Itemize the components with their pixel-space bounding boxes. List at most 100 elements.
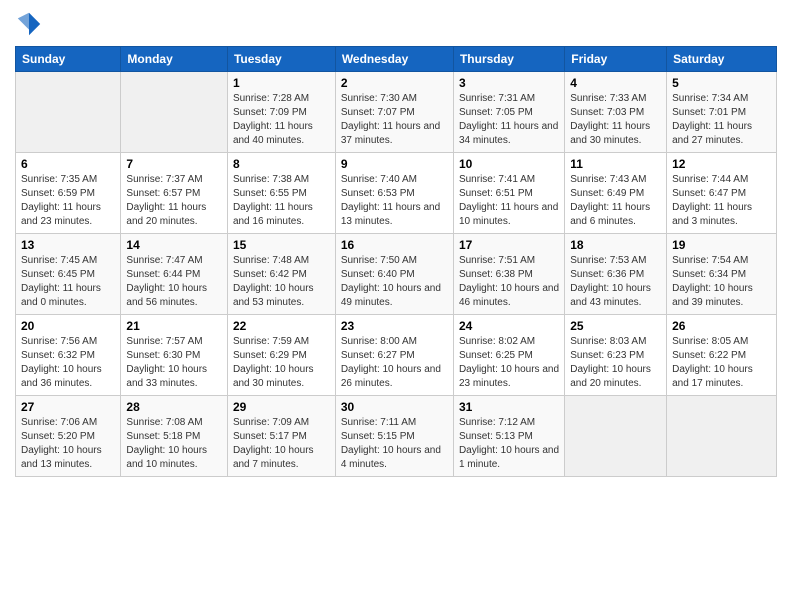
day-info: Sunrise: 7:33 AM Sunset: 7:03 PM Dayligh… <box>570 92 661 148</box>
day-info: Sunrise: 8:02 AM Sunset: 6:25 PM Dayligh… <box>459 335 559 391</box>
calendar-cell: 11Sunrise: 7:43 AM Sunset: 6:49 PM Dayli… <box>565 153 667 234</box>
calendar-cell: 9 Sunrise: 7:40 AM Sunset: 6:53 PM Daylig… <box>335 153 453 234</box>
day-info: Sunrise: 7:08 AM Sunset: 5:18 PM Dayligh… <box>126 416 222 472</box>
day-number: 3 <box>459 76 559 90</box>
day-info: Sunrise: 7:59 AM Sunset: 6:29 PM Dayligh… <box>233 335 330 391</box>
day-number: 9 <box>341 157 448 171</box>
calendar-cell: 24 Sunrise: 8:02 AM Sunset: 6:25 PM Dayli… <box>453 315 564 396</box>
day-info: Sunrise: 7:44 AM Sunset: 6:47 PM Dayligh… <box>672 173 771 229</box>
calendar-cell: 18 Sunrise: 7:53 AM Sunset: 6:36 PM Dayli… <box>565 234 667 315</box>
day-info: Sunrise: 7:09 AM Sunset: 5:17 PM Dayligh… <box>233 416 330 472</box>
day-info: Sunrise: 7:53 AM Sunset: 6:36 PM Dayligh… <box>570 254 661 310</box>
calendar-cell: 6 Sunrise: 7:35 AM Sunset: 6:59 PM Daylig… <box>16 153 121 234</box>
day-number: 14 <box>126 238 222 252</box>
calendar-header: SundayMondayTuesdayWednesdayThursdayFrid… <box>16 47 777 72</box>
day-info: Sunrise: 7:41 AM Sunset: 6:51 PM Dayligh… <box>459 173 559 229</box>
weekday-header-saturday: Saturday <box>667 47 777 72</box>
calendar-week-5: 27Sunrise: 7:06 AM Sunset: 5:20 PM Dayli… <box>16 396 777 477</box>
day-number: 20 <box>21 319 115 333</box>
calendar-cell: 10 Sunrise: 7:41 AM Sunset: 6:51 PM Dayli… <box>453 153 564 234</box>
calendar-cell: 22 Sunrise: 7:59 AM Sunset: 6:29 PM Dayli… <box>227 315 335 396</box>
calendar-body: 1Sunrise: 7:28 AM Sunset: 7:09 PM Daylig… <box>16 72 777 477</box>
logo <box>15 10 47 38</box>
calendar-cell: 23 Sunrise: 8:00 AM Sunset: 6:27 PM Dayli… <box>335 315 453 396</box>
day-number: 2 <box>341 76 448 90</box>
calendar-cell <box>565 396 667 477</box>
day-info: Sunrise: 7:38 AM Sunset: 6:55 PM Dayligh… <box>233 173 330 229</box>
day-number: 7 <box>126 157 222 171</box>
calendar-cell: 1Sunrise: 7:28 AM Sunset: 7:09 PM Daylig… <box>227 72 335 153</box>
day-number: 16 <box>341 238 448 252</box>
weekday-header-thursday: Thursday <box>453 47 564 72</box>
day-info: Sunrise: 7:50 AM Sunset: 6:40 PM Dayligh… <box>341 254 448 310</box>
weekday-header-tuesday: Tuesday <box>227 47 335 72</box>
day-info: Sunrise: 8:05 AM Sunset: 6:22 PM Dayligh… <box>672 335 771 391</box>
calendar-cell: 31 Sunrise: 7:12 AM Sunset: 5:13 PM Dayli… <box>453 396 564 477</box>
calendar-cell: 21Sunrise: 7:57 AM Sunset: 6:30 PM Dayli… <box>121 315 228 396</box>
calendar-cell: 20Sunrise: 7:56 AM Sunset: 6:32 PM Dayli… <box>16 315 121 396</box>
calendar-cell: 27Sunrise: 7:06 AM Sunset: 5:20 PM Dayli… <box>16 396 121 477</box>
day-info: Sunrise: 7:11 AM Sunset: 5:15 PM Dayligh… <box>341 416 448 472</box>
day-number: 5 <box>672 76 771 90</box>
day-info: Sunrise: 7:51 AM Sunset: 6:38 PM Dayligh… <box>459 254 559 310</box>
calendar-cell: 13 Sunrise: 7:45 AM Sunset: 6:45 PM Dayli… <box>16 234 121 315</box>
calendar-cell: 3 Sunrise: 7:31 AM Sunset: 7:05 PM Daylig… <box>453 72 564 153</box>
day-info: Sunrise: 7:48 AM Sunset: 6:42 PM Dayligh… <box>233 254 330 310</box>
day-info: Sunrise: 8:00 AM Sunset: 6:27 PM Dayligh… <box>341 335 448 391</box>
calendar-cell: 29 Sunrise: 7:09 AM Sunset: 5:17 PM Dayli… <box>227 396 335 477</box>
day-info: Sunrise: 7:37 AM Sunset: 6:57 PM Dayligh… <box>126 173 222 229</box>
day-info: Sunrise: 8:03 AM Sunset: 6:23 PM Dayligh… <box>570 335 661 391</box>
day-info: Sunrise: 7:31 AM Sunset: 7:05 PM Dayligh… <box>459 92 559 148</box>
day-number: 22 <box>233 319 330 333</box>
calendar-week-3: 13 Sunrise: 7:45 AM Sunset: 6:45 PM Dayli… <box>16 234 777 315</box>
calendar-week-2: 6 Sunrise: 7:35 AM Sunset: 6:59 PM Daylig… <box>16 153 777 234</box>
calendar-cell: 14 Sunrise: 7:47 AM Sunset: 6:44 PM Dayli… <box>121 234 228 315</box>
day-number: 26 <box>672 319 771 333</box>
day-number: 23 <box>341 319 448 333</box>
calendar-cell: 2 Sunrise: 7:30 AM Sunset: 7:07 PM Daylig… <box>335 72 453 153</box>
calendar-cell <box>121 72 228 153</box>
day-info: Sunrise: 7:30 AM Sunset: 7:07 PM Dayligh… <box>341 92 448 148</box>
day-number: 6 <box>21 157 115 171</box>
day-info: Sunrise: 7:57 AM Sunset: 6:30 PM Dayligh… <box>126 335 222 391</box>
calendar-cell: 7 Sunrise: 7:37 AM Sunset: 6:57 PM Daylig… <box>121 153 228 234</box>
day-number: 13 <box>21 238 115 252</box>
day-number: 28 <box>126 400 222 414</box>
day-info: Sunrise: 7:54 AM Sunset: 6:34 PM Dayligh… <box>672 254 771 310</box>
calendar-cell: 8 Sunrise: 7:38 AM Sunset: 6:55 PM Daylig… <box>227 153 335 234</box>
day-number: 15 <box>233 238 330 252</box>
day-number: 31 <box>459 400 559 414</box>
day-number: 17 <box>459 238 559 252</box>
day-number: 4 <box>570 76 661 90</box>
day-number: 29 <box>233 400 330 414</box>
day-info: Sunrise: 7:35 AM Sunset: 6:59 PM Dayligh… <box>21 173 115 229</box>
header <box>15 10 777 38</box>
calendar-cell: 17 Sunrise: 7:51 AM Sunset: 6:38 PM Dayli… <box>453 234 564 315</box>
day-info: Sunrise: 7:28 AM Sunset: 7:09 PM Dayligh… <box>233 92 330 148</box>
calendar-cell <box>16 72 121 153</box>
calendar-cell: 15 Sunrise: 7:48 AM Sunset: 6:42 PM Dayli… <box>227 234 335 315</box>
day-number: 19 <box>672 238 771 252</box>
day-number: 11 <box>570 157 661 171</box>
calendar-table: SundayMondayTuesdayWednesdayThursdayFrid… <box>15 46 777 477</box>
logo-icon <box>15 10 43 38</box>
calendar-week-4: 20Sunrise: 7:56 AM Sunset: 6:32 PM Dayli… <box>16 315 777 396</box>
calendar-cell: 30Sunrise: 7:11 AM Sunset: 5:15 PM Dayli… <box>335 396 453 477</box>
day-info: Sunrise: 7:45 AM Sunset: 6:45 PM Dayligh… <box>21 254 115 310</box>
page: SundayMondayTuesdayWednesdayThursdayFrid… <box>0 0 792 492</box>
calendar-cell: 19 Sunrise: 7:54 AM Sunset: 6:34 PM Dayli… <box>667 234 777 315</box>
day-number: 10 <box>459 157 559 171</box>
day-number: 18 <box>570 238 661 252</box>
day-info: Sunrise: 7:47 AM Sunset: 6:44 PM Dayligh… <box>126 254 222 310</box>
calendar-cell: 16 Sunrise: 7:50 AM Sunset: 6:40 PM Dayli… <box>335 234 453 315</box>
weekday-header-monday: Monday <box>121 47 228 72</box>
day-number: 24 <box>459 319 559 333</box>
calendar-cell: 26 Sunrise: 8:05 AM Sunset: 6:22 PM Dayli… <box>667 315 777 396</box>
day-info: Sunrise: 7:40 AM Sunset: 6:53 PM Dayligh… <box>341 173 448 229</box>
day-number: 8 <box>233 157 330 171</box>
calendar-cell: 12Sunrise: 7:44 AM Sunset: 6:47 PM Dayli… <box>667 153 777 234</box>
day-info: Sunrise: 7:12 AM Sunset: 5:13 PM Dayligh… <box>459 416 559 472</box>
weekday-header-friday: Friday <box>565 47 667 72</box>
calendar-cell <box>667 396 777 477</box>
day-info: Sunrise: 7:34 AM Sunset: 7:01 PM Dayligh… <box>672 92 771 148</box>
